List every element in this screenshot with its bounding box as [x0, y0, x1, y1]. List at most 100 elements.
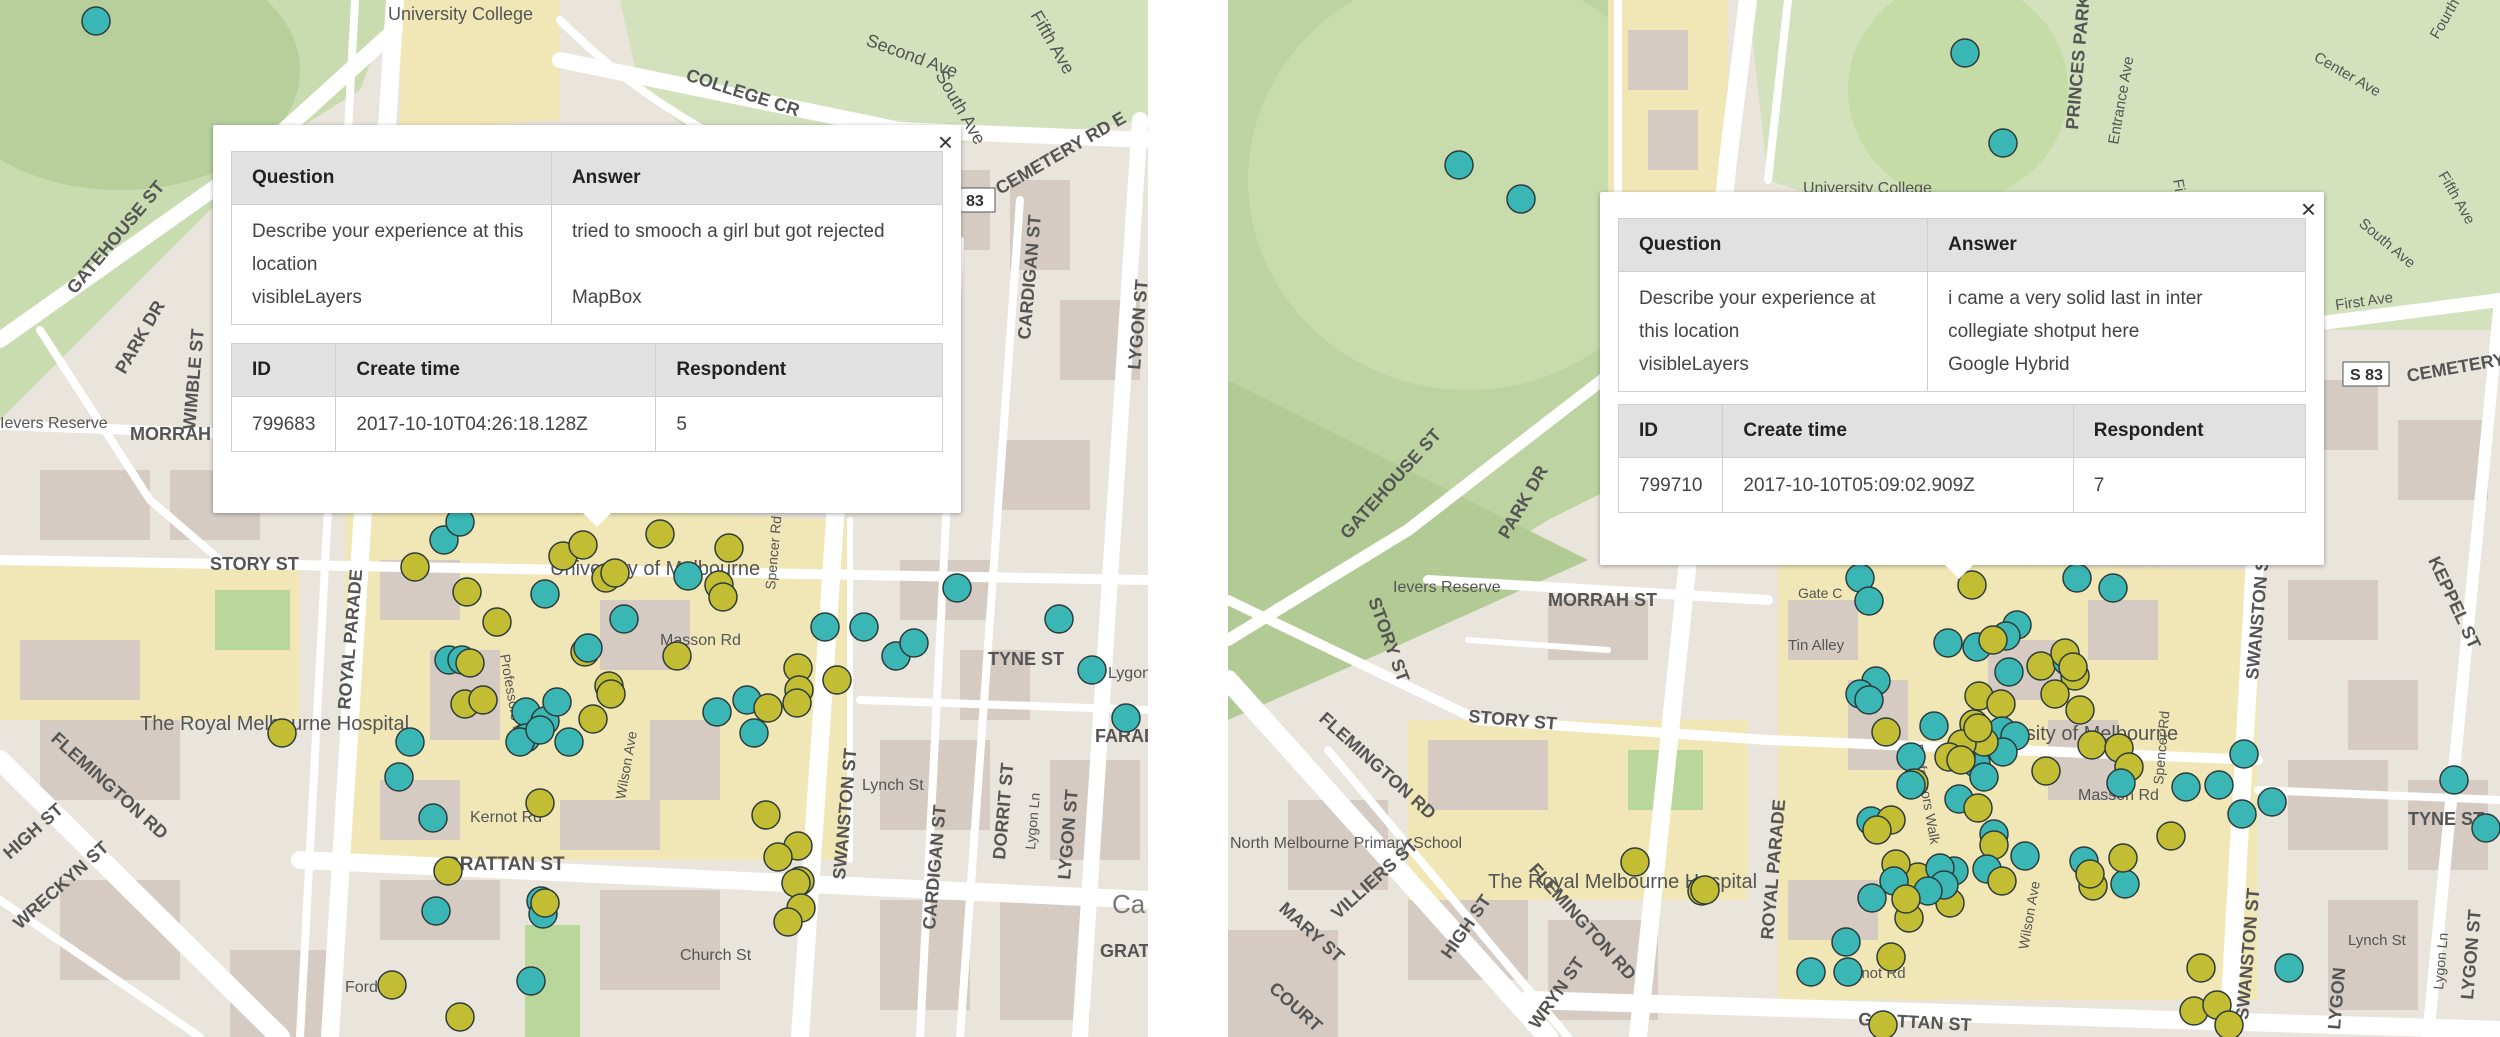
- teal-response-marker[interactable]: [573, 633, 603, 663]
- olive-response-marker[interactable]: [2065, 695, 2095, 725]
- teal-response-marker[interactable]: [530, 579, 560, 609]
- olive-response-marker[interactable]: [708, 582, 738, 612]
- olive-response-marker[interactable]: [400, 552, 430, 582]
- olive-response-marker[interactable]: [530, 888, 560, 918]
- olive-response-marker[interactable]: [781, 868, 811, 898]
- teal-response-marker[interactable]: [1044, 604, 1074, 634]
- olive-response-marker[interactable]: [1620, 847, 1650, 877]
- teal-response-marker[interactable]: [1969, 762, 1999, 792]
- olive-response-marker[interactable]: [596, 679, 626, 709]
- olive-response-marker[interactable]: [482, 607, 512, 637]
- teal-response-marker[interactable]: [554, 727, 584, 757]
- olive-response-marker[interactable]: [433, 856, 463, 886]
- teal-response-marker[interactable]: [1831, 927, 1861, 957]
- olive-response-marker[interactable]: [568, 530, 598, 560]
- teal-response-marker[interactable]: [1111, 703, 1141, 733]
- olive-response-marker[interactable]: [1871, 717, 1901, 747]
- olive-response-marker[interactable]: [714, 533, 744, 563]
- teal-response-marker[interactable]: [2106, 768, 2136, 798]
- teal-response-marker[interactable]: [2229, 739, 2259, 769]
- olive-response-marker[interactable]: [1868, 1010, 1898, 1037]
- teal-response-marker[interactable]: [2227, 799, 2257, 829]
- olive-response-marker[interactable]: [452, 577, 482, 607]
- olive-response-marker[interactable]: [2186, 953, 2216, 983]
- teal-response-marker[interactable]: [2171, 772, 2201, 802]
- teal-response-marker[interactable]: [2257, 787, 2287, 817]
- teal-response-marker[interactable]: [1506, 184, 1536, 214]
- teal-response-marker[interactable]: [1896, 742, 1926, 772]
- olive-response-marker[interactable]: [1963, 793, 1993, 823]
- teal-response-marker[interactable]: [2204, 770, 2234, 800]
- olive-response-marker[interactable]: [2040, 679, 2070, 709]
- teal-response-marker[interactable]: [1994, 657, 2024, 687]
- teal-response-marker[interactable]: [1950, 38, 1980, 68]
- teal-response-marker[interactable]: [942, 573, 972, 603]
- olive-response-marker[interactable]: [1978, 625, 2008, 655]
- teal-response-marker[interactable]: [1796, 957, 1826, 987]
- teal-response-marker[interactable]: [2098, 573, 2128, 603]
- olive-response-marker[interactable]: [645, 519, 675, 549]
- map-panel-right[interactable]: PRINCES PARK Entrance Ave First Ave Cent…: [1228, 0, 2500, 1037]
- teal-response-marker[interactable]: [395, 727, 425, 757]
- olive-response-marker[interactable]: [1876, 942, 1906, 972]
- olive-response-marker[interactable]: [1987, 866, 2017, 896]
- olive-response-marker[interactable]: [2075, 859, 2105, 889]
- map-panel-left[interactable]: University College Second Ave Fifth Ave …: [0, 0, 1148, 1037]
- olive-response-marker[interactable]: [525, 788, 555, 818]
- olive-response-marker[interactable]: [2108, 843, 2138, 873]
- olive-response-marker[interactable]: [455, 648, 485, 678]
- teal-response-marker[interactable]: [1988, 128, 2018, 158]
- olive-response-marker[interactable]: [662, 641, 692, 671]
- olive-response-marker[interactable]: [1891, 884, 1921, 914]
- olive-response-marker[interactable]: [377, 970, 407, 1000]
- olive-response-marker[interactable]: [578, 704, 608, 734]
- teal-response-marker[interactable]: [810, 612, 840, 642]
- olive-response-marker[interactable]: [2058, 652, 2088, 682]
- olive-response-marker[interactable]: [445, 1002, 475, 1032]
- teal-response-marker[interactable]: [702, 697, 732, 727]
- teal-response-marker[interactable]: [609, 604, 639, 634]
- olive-response-marker[interactable]: [2214, 1010, 2244, 1037]
- teal-response-marker[interactable]: [1444, 150, 1474, 180]
- olive-response-marker[interactable]: [773, 907, 803, 937]
- olive-response-marker[interactable]: [753, 693, 783, 723]
- teal-response-marker[interactable]: [2471, 813, 2500, 843]
- olive-response-marker[interactable]: [468, 685, 498, 715]
- teal-response-marker[interactable]: [2062, 563, 2092, 593]
- teal-response-marker[interactable]: [1919, 711, 1949, 741]
- olive-response-marker[interactable]: [763, 842, 793, 872]
- olive-response-marker[interactable]: [1862, 815, 1892, 845]
- teal-response-marker[interactable]: [516, 966, 546, 996]
- teal-response-marker[interactable]: [2439, 765, 2469, 795]
- teal-response-marker[interactable]: [1833, 957, 1863, 987]
- olive-response-marker[interactable]: [2031, 756, 2061, 786]
- olive-response-marker[interactable]: [1986, 689, 2016, 719]
- teal-response-marker[interactable]: [1896, 770, 1926, 800]
- olive-response-marker[interactable]: [1963, 713, 1993, 743]
- teal-response-marker[interactable]: [2110, 869, 2140, 899]
- teal-response-marker[interactable]: [418, 803, 448, 833]
- teal-response-marker[interactable]: [1854, 685, 1884, 715]
- teal-response-marker[interactable]: [1857, 883, 1887, 913]
- olive-response-marker[interactable]: [782, 688, 812, 718]
- teal-response-marker[interactable]: [421, 896, 451, 926]
- teal-response-marker[interactable]: [739, 718, 769, 748]
- teal-response-marker[interactable]: [81, 6, 111, 36]
- teal-response-marker[interactable]: [2010, 841, 2040, 871]
- olive-response-marker[interactable]: [822, 665, 852, 695]
- teal-response-marker[interactable]: [2274, 953, 2304, 983]
- olive-response-marker[interactable]: [267, 718, 297, 748]
- teal-response-marker[interactable]: [673, 561, 703, 591]
- olive-response-marker[interactable]: [600, 558, 630, 588]
- olive-response-marker[interactable]: [2077, 730, 2107, 760]
- olive-response-marker[interactable]: [2156, 821, 2186, 851]
- teal-response-marker[interactable]: [1854, 586, 1884, 616]
- teal-response-marker[interactable]: [542, 687, 572, 717]
- olive-response-marker[interactable]: [751, 800, 781, 830]
- olive-response-marker[interactable]: [1690, 875, 1720, 905]
- teal-response-marker[interactable]: [1933, 628, 1963, 658]
- teal-response-marker[interactable]: [525, 715, 555, 745]
- teal-response-marker[interactable]: [849, 612, 879, 642]
- teal-response-marker[interactable]: [1077, 655, 1107, 685]
- olive-response-marker[interactable]: [1946, 745, 1976, 775]
